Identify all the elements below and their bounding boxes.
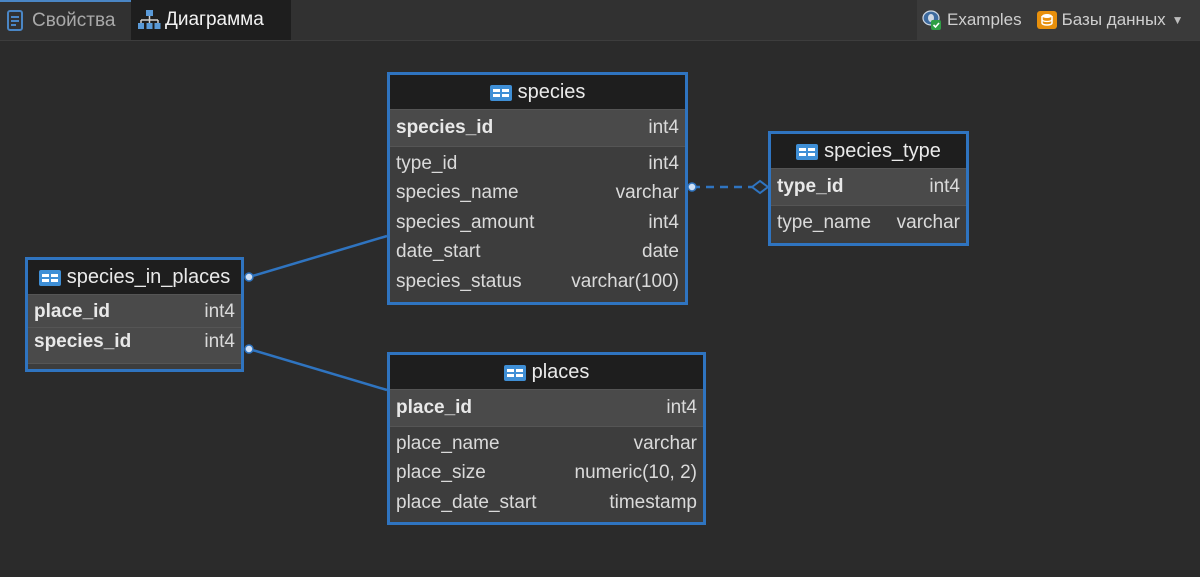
table-icon (38, 269, 61, 286)
column-name: type_id (777, 176, 844, 197)
columns-section: type_name varchar (771, 206, 966, 241)
column-row[interactable]: type_id int4 (390, 149, 685, 179)
column-name: type_name (777, 211, 872, 233)
column-type: int4 (648, 211, 679, 233)
column-name: place_date_start (396, 491, 537, 513)
column-type: varchar (896, 211, 960, 233)
column-type: varchar (633, 432, 697, 454)
entity-species-type[interactable]: species_type type_id int4 type_name varc… (768, 131, 969, 246)
column-type: int4 (204, 331, 235, 353)
column-type: int4 (204, 300, 235, 322)
column-row[interactable]: place_id int4 (390, 390, 703, 426)
column-row[interactable]: species_id int4 (390, 110, 685, 146)
entity-header: places (390, 355, 703, 390)
primary-key-section: type_id int4 (771, 169, 966, 206)
relation-species-species-type[interactable] (687, 179, 770, 195)
entity-title: places (531, 360, 590, 383)
primary-key-section: place_id int4 (390, 390, 703, 427)
columns-section: type_id int4 species_name varchar specie… (390, 147, 685, 300)
column-row[interactable]: place_date_start timestamp (390, 488, 703, 518)
column-type: varchar(100) (571, 270, 679, 292)
column-name: place_size (396, 462, 486, 484)
entity-title: species_in_places (66, 265, 231, 288)
column-name: species_id (396, 117, 494, 138)
entity-header: species_type (771, 134, 966, 169)
entity-species-in-places[interactable]: species_in_places place_id int4 species_… (25, 257, 244, 372)
column-name: place_id (396, 397, 473, 418)
column-type: varchar (615, 182, 679, 204)
relation-species-in-places-places[interactable] (244, 344, 388, 392)
column-name: species_name (396, 182, 519, 204)
column-type: int4 (929, 176, 960, 197)
column-type: timestamp (609, 491, 697, 513)
column-type: int4 (648, 117, 679, 138)
entity-header: species_in_places (28, 260, 241, 295)
column-type: date (642, 241, 679, 263)
column-name: species_amount (396, 211, 535, 233)
column-row[interactable]: species_amount int4 (390, 208, 685, 238)
column-name: place_id (34, 300, 111, 322)
column-type: int4 (666, 397, 697, 418)
entity-title: species (517, 80, 586, 103)
column-name: place_name (396, 432, 500, 454)
column-name: type_id (396, 152, 458, 174)
relation-species-in-places-species[interactable] (244, 234, 388, 282)
entity-species[interactable]: species species_id int4 type_id int4 spe… (387, 72, 688, 305)
column-row[interactable]: type_id int4 (771, 169, 966, 205)
table-icon (503, 364, 526, 381)
column-name: date_start (396, 241, 481, 263)
column-name: species_status (396, 270, 522, 292)
entity-places[interactable]: places place_id int4 place_name varchar … (387, 352, 706, 525)
column-row[interactable]: date_start date (390, 238, 685, 268)
table-icon (489, 84, 512, 101)
column-row[interactable]: place_name varchar (390, 429, 703, 459)
column-type: numeric(10, 2) (574, 462, 698, 484)
column-row[interactable]: place_id int4 (28, 297, 241, 328)
column-type: int4 (648, 152, 679, 174)
column-name: species_id (34, 331, 132, 353)
columns-section: place_name varchar place_size numeric(10… (390, 427, 703, 521)
table-icon (796, 143, 819, 160)
primary-key-section: place_id int4 species_id int4 (28, 295, 241, 364)
column-row[interactable]: type_name varchar (771, 208, 966, 238)
column-row[interactable]: species_name varchar (390, 179, 685, 209)
primary-key-section: species_id int4 (390, 110, 685, 147)
column-row[interactable]: species_status varchar(100) (390, 267, 685, 297)
column-row[interactable]: species_id int4 (28, 328, 241, 358)
entity-header: species (390, 75, 685, 110)
column-row[interactable]: place_size numeric(10, 2) (390, 459, 703, 489)
entity-title: species_type (824, 139, 941, 162)
